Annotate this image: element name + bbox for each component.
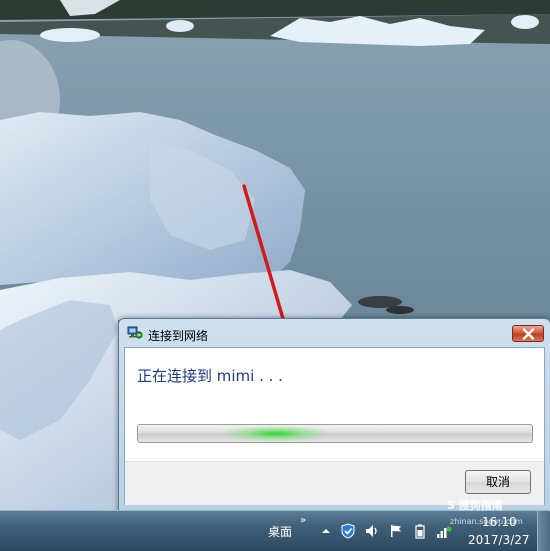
action-center-flag-icon[interactable] bbox=[388, 523, 404, 539]
show-desktop-button[interactable] bbox=[537, 511, 550, 551]
clock-date[interactable]: 2017/3/27 bbox=[468, 533, 530, 547]
watermark-logo: S 搜狗指南 bbox=[447, 499, 503, 512]
volume-icon[interactable] bbox=[364, 523, 380, 539]
show-hidden-icons-icon[interactable] bbox=[318, 523, 334, 539]
dialog-title: 连接到网络 bbox=[148, 329, 209, 343]
security-shield-icon[interactable] bbox=[340, 523, 356, 539]
connection-progress-bar bbox=[137, 424, 533, 443]
progress-marquee-glow bbox=[218, 425, 333, 442]
dialog-content: 正在连接到 mimi . . . 取消 bbox=[124, 347, 545, 505]
cancel-button[interactable]: 取消 bbox=[465, 470, 531, 494]
battery-icon[interactable] bbox=[412, 523, 428, 539]
connection-status-text: 正在连接到 mimi . . . bbox=[137, 367, 283, 385]
dialog-titlebar[interactable]: 连接到网络 bbox=[119, 319, 550, 347]
watermark-url: zhinan.sogou.com bbox=[450, 517, 523, 526]
desktop-toolbar-label[interactable]: 桌面 bbox=[268, 523, 292, 540]
close-icon bbox=[522, 328, 535, 340]
close-button[interactable] bbox=[512, 325, 544, 342]
network-connect-icon bbox=[127, 326, 143, 341]
connect-to-network-dialog: 连接到网络 正在连接到 mimi . . . 取消 bbox=[118, 318, 550, 513]
toolbar-overflow-chevron[interactable]: » bbox=[300, 515, 306, 526]
